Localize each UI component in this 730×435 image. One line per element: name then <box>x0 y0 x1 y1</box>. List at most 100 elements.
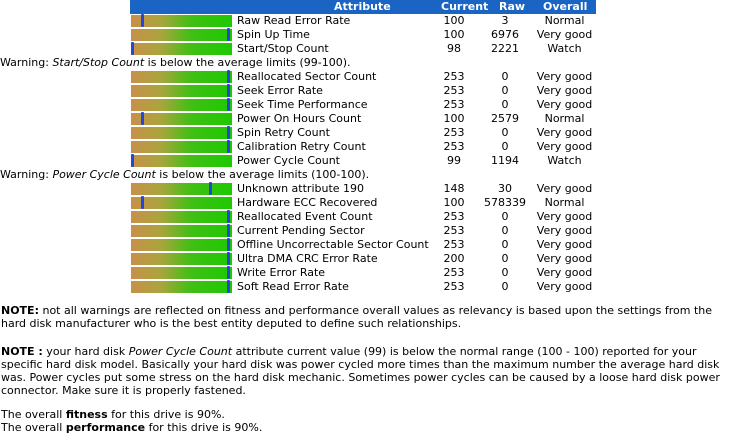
overall-status: Very good <box>536 84 593 97</box>
current-value: 253 <box>443 126 465 139</box>
table-row: Raw Read Error Rate 100 3 Normal <box>130 14 596 28</box>
overall-status: Very good <box>536 28 593 41</box>
overall-status: Very good <box>536 252 593 265</box>
table-row: Hardware ECC Recovered 100 578339 Normal <box>130 196 596 210</box>
attribute-name: Spin Up Time <box>237 28 310 41</box>
table-row: Calibration Retry Count 253 0 Very good <box>130 140 596 154</box>
current-value: 253 <box>443 266 465 279</box>
health-bar <box>131 42 232 55</box>
current-value: 253 <box>443 280 465 293</box>
note-relevancy: NOTE: not all warnings are reflected on … <box>1 304 729 330</box>
attribute-name: Spin Retry Count <box>237 126 330 139</box>
attribute-name: Power Cycle Count <box>237 154 340 167</box>
current-value: 253 <box>443 98 465 111</box>
health-marker <box>131 42 134 55</box>
attribute-name: Seek Error Rate <box>237 84 323 97</box>
raw-value: 30 <box>498 182 512 195</box>
health-marker <box>227 140 230 153</box>
fitness-prefix: The overall <box>1 408 66 421</box>
health-marker <box>227 238 230 251</box>
health-marker <box>227 224 230 237</box>
current-value: 200 <box>443 252 465 265</box>
attribute-name: Offline Uncorrectable Sector Count <box>237 238 429 251</box>
note-power-cycle: NOTE : your hard disk Power Cycle Count … <box>1 345 729 397</box>
health-marker <box>131 154 134 167</box>
overall-status: Normal <box>544 112 585 125</box>
smart-attributes-table: Attribute Current Raw Overall Raw Read E… <box>0 0 596 294</box>
attribute-name: Reallocated Sector Count <box>237 70 377 83</box>
table-row: Write Error Rate 253 0 Very good <box>130 266 596 280</box>
raw-value: 0 <box>501 126 509 139</box>
header-overall: Overall <box>543 0 588 13</box>
raw-value: 0 <box>501 84 509 97</box>
table-row: Reallocated Event Count 253 0 Very good <box>130 210 596 224</box>
warning-attribute: Power Cycle Count <box>52 168 156 181</box>
current-value: 100 <box>443 196 465 209</box>
table-row: Spin Up Time 100 6976 Very good <box>130 28 596 42</box>
note-attribute: Power Cycle Count <box>128 345 233 358</box>
attribute-name: Write Error Rate <box>237 266 326 279</box>
raw-value: 0 <box>501 252 509 265</box>
health-bar <box>131 154 232 167</box>
overall-performance: The overall performance for this drive i… <box>1 421 729 434</box>
attribute-name: Unknown attribute 190 <box>237 182 365 195</box>
warning-attribute: Start/Stop Count <box>52 56 145 69</box>
raw-value: 0 <box>501 224 509 237</box>
health-marker <box>141 196 144 209</box>
current-value: 253 <box>443 70 465 83</box>
health-marker <box>141 112 144 125</box>
table-row: Seek Error Rate 253 0 Very good <box>130 84 596 98</box>
health-marker <box>227 98 230 111</box>
table-row: Reallocated Sector Count 253 0 Very good <box>130 70 596 84</box>
table-row: Offline Uncorrectable Sector Count 253 0 Ve… <box>130 238 596 252</box>
current-value: 98 <box>447 42 461 55</box>
table-row: Power On Hours Count 100 2579 Normal <box>130 112 596 126</box>
health-bar <box>131 126 232 139</box>
current-value: 253 <box>443 140 465 153</box>
raw-value: 0 <box>501 70 509 83</box>
warning-prefix: Warning: <box>0 56 53 69</box>
raw-value: 0 <box>501 210 509 223</box>
overall-status: Very good <box>536 280 593 293</box>
health-marker <box>227 280 230 293</box>
note-text: not all warnings are reflected on fitnes… <box>1 304 712 330</box>
health-bar <box>131 210 232 223</box>
raw-value: 3 <box>501 14 509 27</box>
health-bar <box>131 84 232 97</box>
table-row: Soft Read Error Rate 253 0 Very good <box>130 280 596 294</box>
table-row: Start/Stop Count 98 2221 Watch <box>130 42 596 56</box>
raw-value: 578339 <box>484 196 526 209</box>
health-bar <box>131 28 232 41</box>
health-bar <box>131 70 232 83</box>
attribute-name: Soft Read Error Rate <box>237 280 349 293</box>
fitness-word: fitness <box>65 408 108 421</box>
health-bar <box>131 182 232 195</box>
overall-status: Very good <box>536 70 593 83</box>
attribute-name: Hardware ECC Recovered <box>237 196 378 209</box>
health-bar <box>131 98 232 111</box>
current-value: 99 <box>447 154 461 167</box>
health-bar <box>131 14 232 27</box>
header-current: Current <box>441 0 489 13</box>
attribute-name: Raw Read Error Rate <box>237 14 351 27</box>
warning-row: Warning: Power Cycle Count is below the … <box>0 168 466 182</box>
current-value: 253 <box>443 238 465 251</box>
health-bar <box>131 196 232 209</box>
current-value: 100 <box>443 112 465 125</box>
table-row: Ultra DMA CRC Error Rate 200 0 Very good <box>130 252 596 266</box>
overall-status: Very good <box>536 140 593 153</box>
warning-prefix: Warning: <box>0 168 53 181</box>
performance-prefix: The overall <box>1 421 66 434</box>
raw-value: 0 <box>501 266 509 279</box>
health-marker <box>227 126 230 139</box>
health-bar <box>131 280 232 293</box>
table-header: Attribute Current Raw Overall <box>130 0 596 14</box>
raw-value: 6976 <box>491 28 519 41</box>
warning-text: is below the average limits (99-100). <box>144 56 351 69</box>
overall-status: Very good <box>536 266 593 279</box>
table-row: Spin Retry Count 253 0 Very good <box>130 126 596 140</box>
attribute-name: Current Pending Sector <box>237 224 365 237</box>
performance-value: for this drive is 90%. <box>145 421 263 434</box>
attribute-name: Ultra DMA CRC Error Rate <box>237 252 378 265</box>
current-value: 100 <box>443 28 465 41</box>
